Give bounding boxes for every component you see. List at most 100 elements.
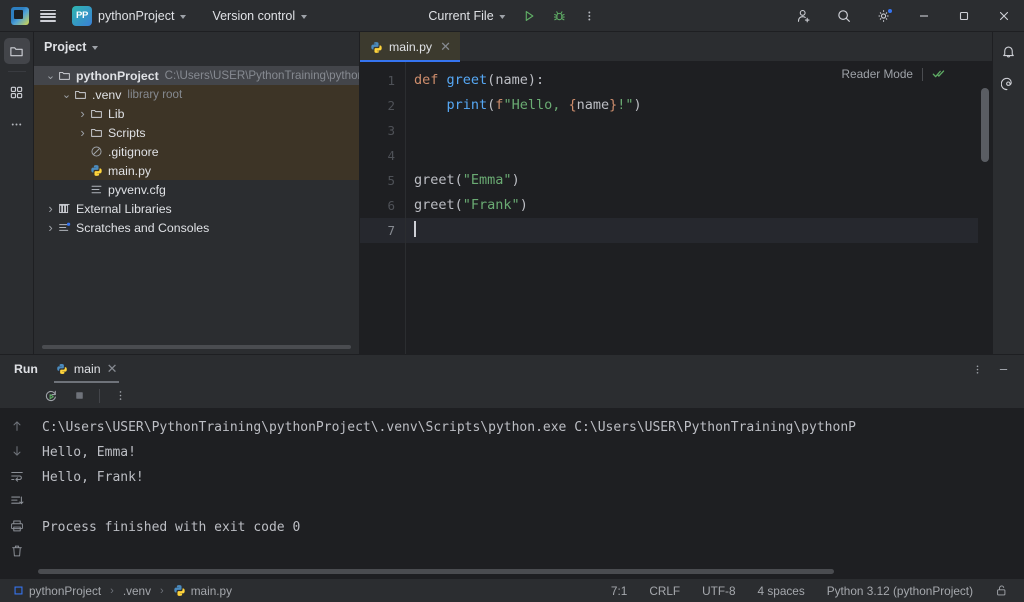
line-separator[interactable]: CRLF bbox=[645, 582, 684, 600]
project-tree[interactable]: ⌄pythonProjectC:\Users\USER\PythonTraini… bbox=[34, 62, 359, 354]
run-widget-group: Current File bbox=[420, 3, 603, 29]
code-content[interactable]: def greet(name): print(f"Hello, {name}!"… bbox=[405, 62, 978, 354]
tab-main-py[interactable]: main.py ✕ bbox=[360, 32, 460, 62]
code-line[interactable]: greet("Frank") bbox=[406, 193, 978, 218]
close-icon[interactable]: ✕ bbox=[107, 361, 118, 377]
chevron-right-icon[interactable]: › bbox=[44, 201, 57, 216]
breadcrumb-separator: › bbox=[160, 585, 164, 597]
breadcrumb-label: pythonProject bbox=[29, 584, 101, 598]
project-widget[interactable]: PP pythonProject bbox=[68, 4, 194, 28]
breadcrumb: pythonProject›.venv›main.py bbox=[0, 582, 235, 600]
close-window-button[interactable] bbox=[984, 0, 1024, 32]
run-tab-main[interactable]: main ✕ bbox=[48, 355, 126, 383]
reader-mode-label: Reader Mode bbox=[842, 67, 913, 81]
hide-run-panel-icon[interactable] bbox=[992, 358, 1014, 380]
soft-wrap-icon[interactable] bbox=[6, 465, 28, 487]
console-output[interactable]: C:\Users\USER\PythonTraining\pythonProje… bbox=[34, 409, 1024, 578]
scroll-to-end-icon[interactable] bbox=[6, 490, 28, 512]
folder-icon bbox=[57, 69, 72, 82]
ai-swirl-icon[interactable] bbox=[996, 70, 1022, 96]
project-square-icon bbox=[13, 585, 24, 596]
chevron-down-icon bbox=[180, 15, 186, 19]
version-control-widget[interactable]: Version control bbox=[204, 4, 315, 28]
tree-item-pythonproject[interactable]: ⌄ pythonProject C:\Users\USER\PythonTraini… bbox=[34, 66, 359, 85]
project-panel-header[interactable]: Project bbox=[34, 32, 359, 62]
notifications-bell-icon[interactable] bbox=[996, 38, 1022, 64]
rerun-icon[interactable] bbox=[40, 385, 62, 407]
code-line[interactable] bbox=[406, 143, 978, 168]
tree-item-label: Scratches and Consoles bbox=[76, 221, 209, 235]
console-hscrollbar[interactable] bbox=[38, 569, 834, 574]
settings-gear-icon[interactable] bbox=[864, 0, 904, 32]
chevron-down-icon bbox=[500, 15, 506, 19]
tree-item-sublabel: C:\Users\USER\PythonTraining\pythonProje… bbox=[165, 69, 359, 82]
tree-item-label: .venv bbox=[92, 88, 121, 102]
minimize-window-button[interactable] bbox=[904, 0, 944, 32]
close-icon[interactable]: ✕ bbox=[440, 39, 451, 55]
editor-scrollbar-thumb[interactable] bbox=[981, 88, 989, 162]
indent-setting[interactable]: 4 spaces bbox=[754, 582, 809, 600]
run-panel-options-icon[interactable] bbox=[966, 358, 988, 380]
pycharm-logo-icon[interactable] bbox=[6, 3, 34, 29]
sidebar-item-more[interactable] bbox=[4, 111, 30, 137]
printer-icon[interactable] bbox=[6, 515, 28, 537]
reader-mode-indicator[interactable]: Reader Mode bbox=[842, 67, 946, 81]
tree-item--gitignore[interactable]: .gitignore bbox=[34, 142, 359, 161]
code-line[interactable] bbox=[406, 118, 978, 143]
code-line[interactable]: print(f"Hello, {name}!") bbox=[406, 93, 978, 118]
code-editor[interactable]: 1234567 def greet(name): print(f"Hello, … bbox=[360, 62, 992, 354]
status-bar: pythonProject›.venv›main.py 7:1 CRLF UTF… bbox=[0, 578, 1024, 602]
sidebar-item-project[interactable] bbox=[4, 38, 30, 64]
chevron-right-icon[interactable]: › bbox=[76, 106, 89, 121]
chevron-down-icon[interactable]: ⌄ bbox=[44, 70, 57, 82]
project-tree-hscrollbar[interactable] bbox=[42, 345, 351, 349]
chevron-down-icon[interactable]: ⌄ bbox=[60, 89, 73, 101]
more-vertical-icon[interactable] bbox=[576, 3, 604, 29]
hamburger-menu-icon[interactable] bbox=[34, 3, 62, 29]
file-encoding[interactable]: UTF-8 bbox=[698, 582, 739, 600]
text-caret bbox=[414, 221, 416, 237]
tree-item--venv[interactable]: ⌄.venvlibrary root bbox=[34, 85, 359, 104]
search-icon[interactable] bbox=[824, 0, 864, 32]
maximize-window-button[interactable] bbox=[944, 0, 984, 32]
python-interpreter[interactable]: Python 3.12 (pythonProject) bbox=[823, 582, 977, 600]
pycharm-window: PP pythonProject Version control Current… bbox=[0, 0, 1024, 602]
tree-item-label: pythonProject bbox=[76, 69, 159, 83]
title-bar-left: PP pythonProject Version control bbox=[0, 3, 315, 29]
tree-item-external-libraries[interactable]: ›External Libraries bbox=[34, 199, 359, 218]
editor-scrollbar[interactable] bbox=[978, 62, 992, 354]
add-account-icon[interactable] bbox=[784, 0, 824, 32]
tree-item-scripts[interactable]: ›Scripts bbox=[34, 123, 359, 142]
code-line[interactable] bbox=[406, 218, 978, 243]
run-tab-label: main bbox=[74, 362, 101, 376]
project-name-label: pythonProject bbox=[98, 9, 174, 23]
breadcrumb-item-pythonproject[interactable]: pythonProject bbox=[10, 582, 104, 600]
arrow-down-icon[interactable] bbox=[6, 440, 28, 462]
editor-tab-bar: main.py ✕ bbox=[360, 32, 992, 62]
breadcrumb-item-main-py[interactable]: main.py bbox=[170, 582, 235, 600]
code-line[interactable]: greet("Emma") bbox=[406, 168, 978, 193]
run-panel-settings-icon[interactable] bbox=[109, 385, 131, 407]
run-panel-toolbar bbox=[0, 383, 1024, 409]
debug-icon[interactable] bbox=[546, 3, 574, 29]
status-bar-right: 7:1 CRLF UTF-8 4 spaces Python 3.12 (pyt… bbox=[607, 582, 1024, 600]
tree-item-scratches-and-consoles[interactable]: › Scratches and Consoles bbox=[34, 218, 359, 237]
line-number: 4 bbox=[360, 143, 405, 168]
stop-icon[interactable] bbox=[68, 385, 90, 407]
code-token: greet bbox=[414, 197, 455, 213]
caret-position[interactable]: 7:1 bbox=[607, 582, 631, 600]
tree-item-pyvenv-cfg[interactable]: pyvenv.cfg bbox=[34, 180, 359, 199]
run-icon[interactable] bbox=[516, 3, 544, 29]
arrow-up-icon[interactable] bbox=[6, 415, 28, 437]
chevron-right-icon[interactable]: › bbox=[76, 125, 89, 140]
sidebar-item-commit[interactable] bbox=[4, 79, 30, 105]
code-token: "Frank" bbox=[463, 197, 520, 213]
chevron-right-icon[interactable]: › bbox=[44, 220, 57, 235]
run-configuration-selector[interactable]: Current File bbox=[420, 4, 513, 28]
breadcrumb-item--venv[interactable]: .venv bbox=[120, 582, 154, 600]
tree-item-lib[interactable]: ›Lib bbox=[34, 104, 359, 123]
trash-icon[interactable] bbox=[6, 540, 28, 562]
tree-item-main-py[interactable]: main.py bbox=[34, 161, 359, 180]
divider bbox=[922, 68, 923, 81]
unlocked-icon[interactable] bbox=[991, 582, 1012, 599]
